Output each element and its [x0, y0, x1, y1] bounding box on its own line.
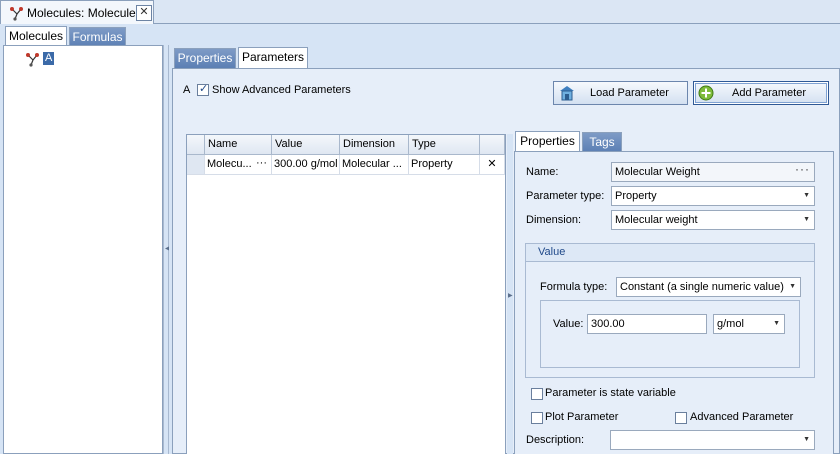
column-header-value[interactable]: Value: [272, 135, 340, 155]
dimension-label: Dimension:: [526, 214, 582, 226]
show-advanced-label: Show Advanced Parameters: [212, 84, 351, 96]
plot-parameter-checkbox[interactable]: [531, 412, 543, 424]
document-tab-strip: Molecules: Molecules ✕: [0, 0, 840, 24]
parameter-type-label: Parameter type:: [526, 190, 605, 202]
molecule-label: A: [183, 84, 191, 96]
name-label: Name:: [526, 166, 559, 178]
load-parameter-label: Load Parameter: [590, 87, 669, 99]
load-icon: [560, 86, 574, 101]
description-label: Description:: [526, 434, 585, 446]
unit-select[interactable]: g/mol ▼: [713, 314, 785, 334]
ellipsis-icon[interactable]: ···: [256, 155, 267, 173]
add-parameter-button[interactable]: Add Parameter: [693, 81, 829, 105]
document-tab-title: Molecules: Molecules: [27, 6, 142, 20]
formula-type-label: Formula type:: [540, 281, 608, 293]
cell-dimension[interactable]: Molecular ...: [340, 155, 409, 175]
formula-type-select[interactable]: Constant (a single numeric value) ▼: [616, 277, 801, 297]
document-tab[interactable]: Molecules: Molecules ✕: [0, 0, 154, 24]
ellipsis-icon[interactable]: ···: [795, 163, 810, 178]
chevron-down-icon: ▼: [803, 192, 810, 199]
parameters-grid: Name Value Dimension Type Molecu... ··· …: [186, 134, 506, 454]
column-header-dimension[interactable]: Dimension: [340, 135, 409, 155]
chevron-down-icon: ▼: [803, 436, 810, 443]
molecule-icon: [10, 7, 23, 21]
value-group: Value Formula type: Constant (a single n…: [525, 243, 815, 378]
add-icon: [698, 85, 714, 101]
delete-row-icon[interactable]: ✕: [480, 155, 505, 175]
tab-detail-properties[interactable]: Properties: [515, 131, 580, 153]
tab-detail-tags[interactable]: Tags: [582, 132, 622, 152]
molecule-icon: [26, 53, 39, 67]
column-header-type[interactable]: Type: [409, 135, 480, 155]
advanced-parameter-checkbox[interactable]: [675, 412, 687, 424]
state-variable-label: Parameter is state variable: [545, 387, 676, 399]
cell-value[interactable]: 300.00 g/mol: [272, 155, 340, 175]
chevron-down-icon: ▼: [803, 216, 810, 223]
molecule-tree: A: [3, 45, 163, 454]
parameters-panel: A Show Advanced Parameters Load Paramete…: [172, 68, 840, 454]
main-tabs: Molecules Formulas: [0, 24, 840, 48]
cell-name[interactable]: Molecu... ···: [205, 155, 272, 175]
grid-corner: [187, 135, 205, 155]
description-select[interactable]: ▼: [610, 430, 815, 450]
advanced-parameter-label: Advanced Parameter: [690, 411, 794, 423]
dimension-select[interactable]: Molecular weight ▼: [611, 210, 815, 230]
show-advanced-checkbox[interactable]: [197, 82, 209, 96]
tree-node-a[interactable]: A: [43, 52, 55, 65]
value-label: Value:: [553, 318, 584, 330]
load-parameter-button[interactable]: Load Parameter: [553, 81, 688, 105]
tab-formulas[interactable]: Formulas: [69, 27, 126, 47]
cell-type[interactable]: Property: [409, 155, 480, 175]
value-group-title: Value: [526, 244, 814, 262]
plot-parameter-label: Plot Parameter: [545, 411, 619, 423]
column-header-name[interactable]: Name: [205, 135, 272, 155]
chevron-right-icon: ▶: [508, 293, 513, 299]
close-icon[interactable]: ✕: [136, 5, 152, 21]
grid-splitter[interactable]: ▶: [507, 134, 513, 454]
add-parameter-label: Add Parameter: [732, 87, 806, 99]
constant-value-box: Value: 300.00 g/mol ▼: [540, 300, 800, 368]
sub-tabs: Properties Parameters: [169, 45, 840, 69]
properties-form: Name: Molecular Weight ··· Parameter typ…: [514, 151, 834, 454]
state-variable-checkbox[interactable]: [531, 388, 543, 400]
name-field[interactable]: Molecular Weight ···: [611, 162, 815, 182]
value-input[interactable]: 300.00: [587, 314, 707, 334]
tab-parameters[interactable]: Parameters: [238, 47, 308, 69]
column-header-actions: [480, 135, 505, 155]
chevron-down-icon: ▼: [789, 283, 796, 290]
parameter-type-select[interactable]: Property ▼: [611, 186, 815, 206]
content-area: Properties Parameters A Show Advanced Pa…: [169, 45, 840, 454]
row-selector[interactable]: [187, 155, 205, 175]
parameter-details: Properties Tags Name: Molecular Weight ·…: [514, 131, 834, 454]
tab-properties[interactable]: Properties: [174, 48, 236, 68]
chevron-down-icon: ▼: [773, 320, 780, 327]
